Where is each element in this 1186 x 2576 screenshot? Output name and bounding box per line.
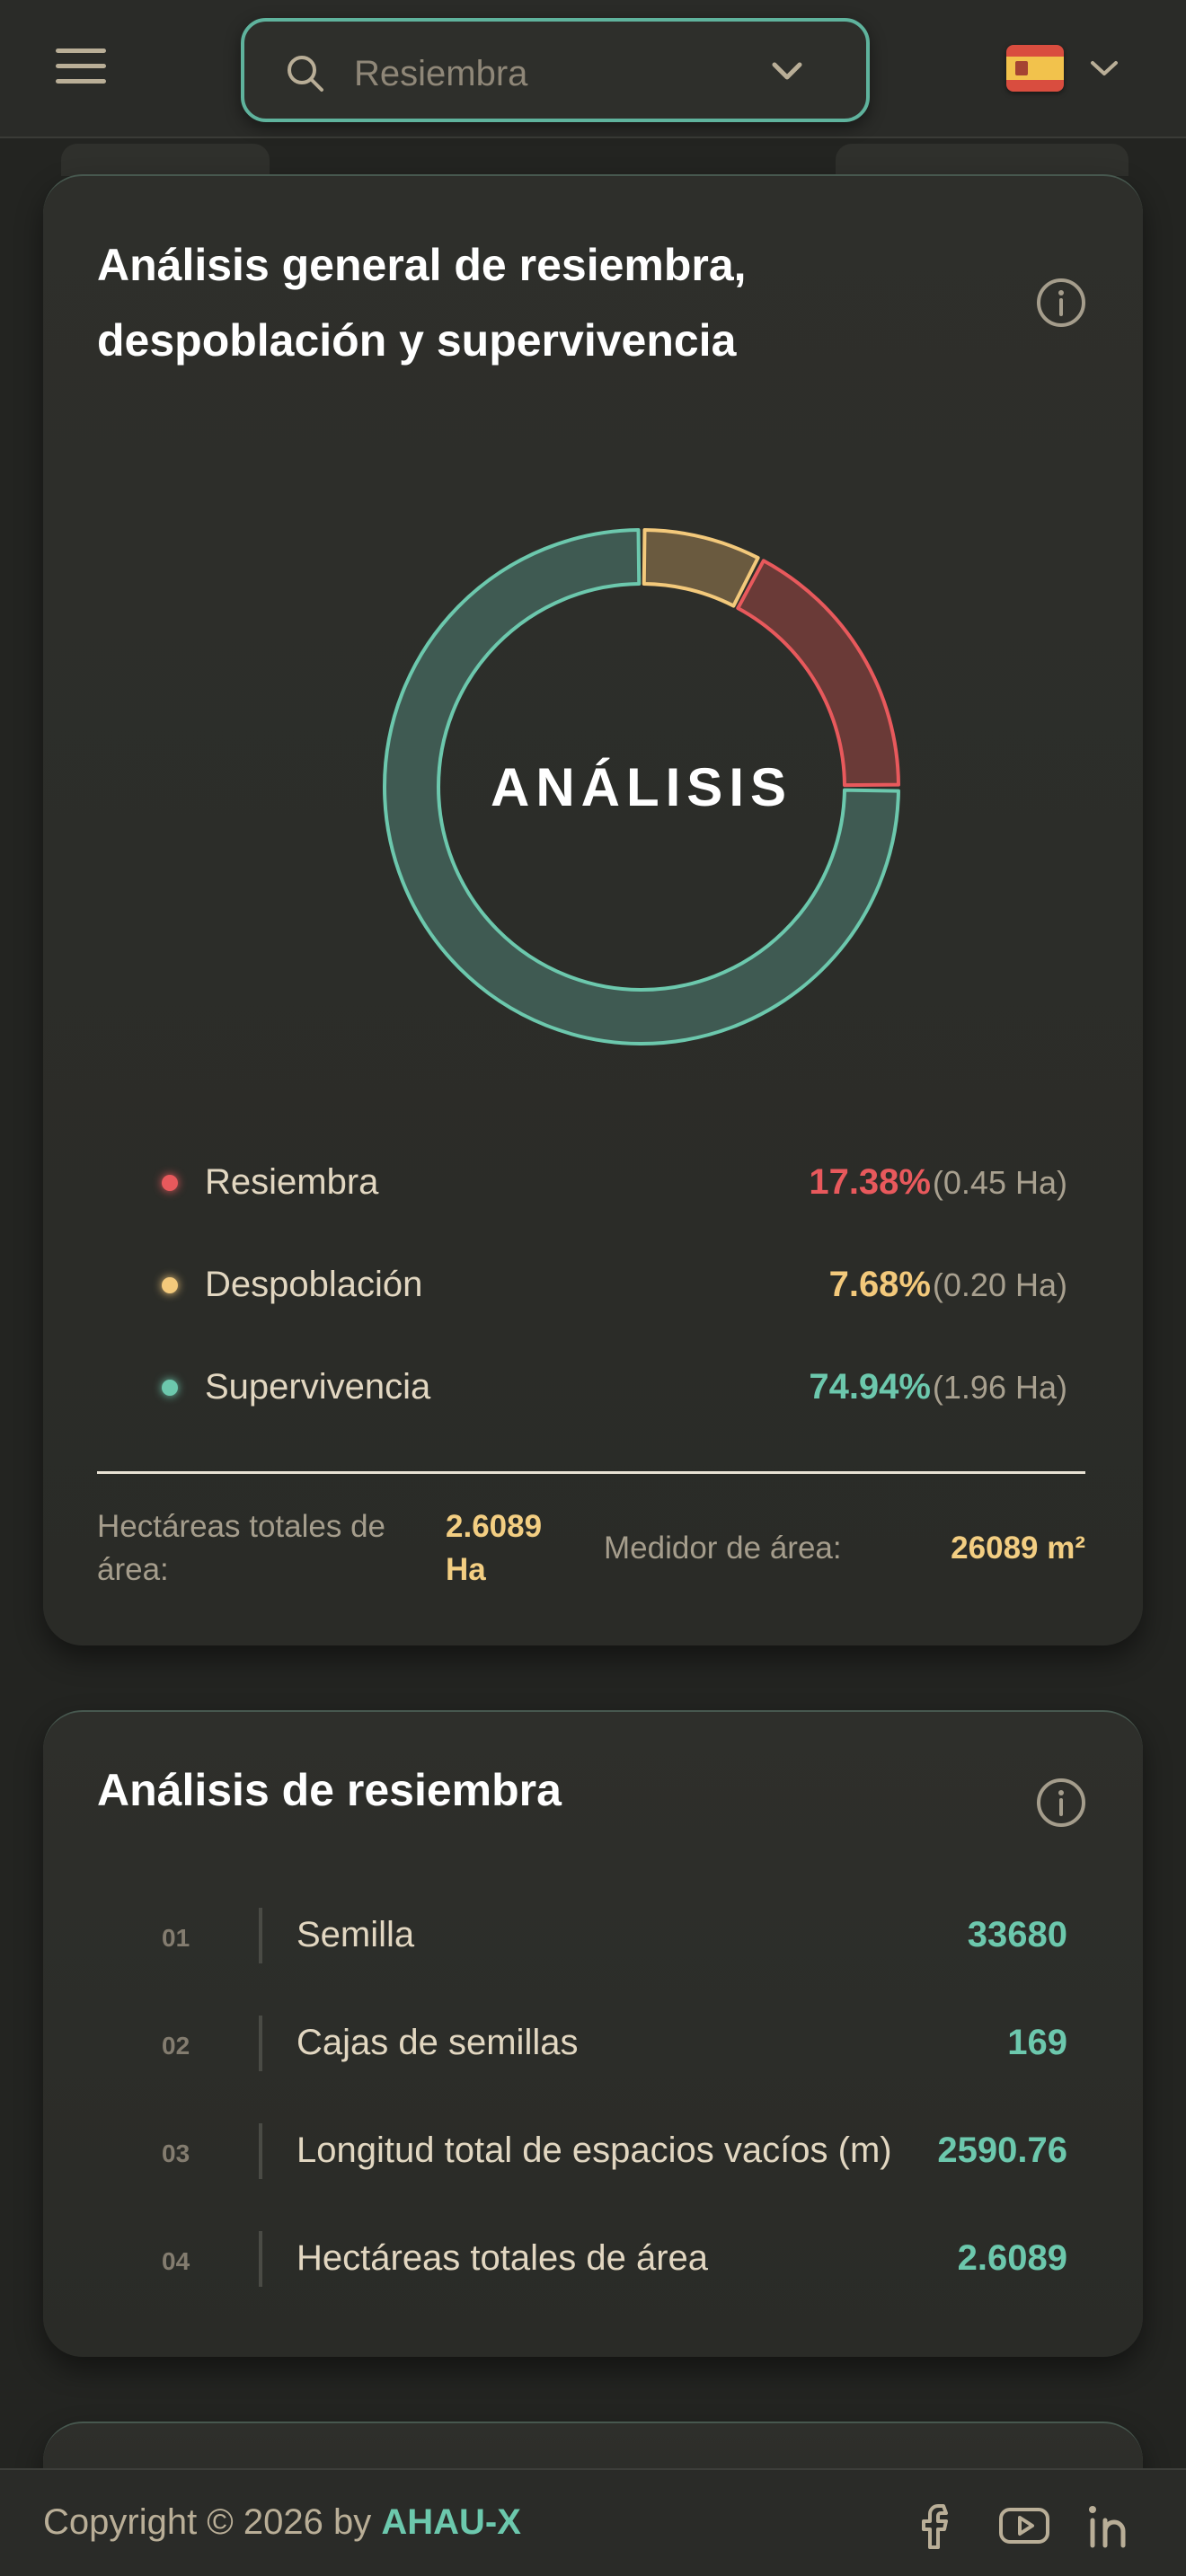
- row-label: Hectáreas totales de área: [296, 2238, 709, 2278]
- row-value: 2590.76: [937, 2130, 1067, 2170]
- legend-item-despoblacion: Despoblación 7.68% (0.20 Ha): [97, 1256, 1111, 1310]
- area-meter-label: Medidor de área:: [604, 1531, 842, 1566]
- row-number: 01: [162, 1924, 190, 1952]
- divider: [97, 1471, 1085, 1474]
- row-value: 2.6089: [957, 2238, 1067, 2278]
- card-title-line1: Análisis general de resiembra,: [97, 240, 747, 290]
- top-bar: Resiembra: [0, 0, 1186, 138]
- resiembra-analysis-card: Análisis de resiembra 01 Semilla 33680 0…: [43, 1710, 1143, 2357]
- legend-name: Despoblación: [205, 1265, 423, 1304]
- list-item: 04 Hectáreas totales de área 2.6089: [97, 2226, 1111, 2298]
- row-number: 02: [162, 2032, 190, 2060]
- tab-stub-left: [61, 144, 270, 176]
- row-value: 33680: [967, 1915, 1067, 1954]
- list-item: 01 Semilla 33680: [97, 1902, 1111, 1974]
- brand-link[interactable]: AHAU-X: [381, 2502, 521, 2542]
- analysis-donut-chart: ANÁLISIS: [336, 481, 947, 1092]
- search-value: Resiembra: [354, 54, 528, 93]
- legend-dot: [162, 1380, 178, 1396]
- row-separator: [259, 2231, 262, 2287]
- youtube-icon[interactable]: [996, 2497, 1053, 2554]
- card-title: Análisis de resiembra: [97, 1765, 562, 1815]
- row-label: Cajas de semillas: [296, 2023, 579, 2062]
- row-separator: [259, 2123, 262, 2179]
- legend-item-resiembra: Resiembra 17.38% (0.45 Ha): [97, 1153, 1111, 1207]
- chevron-down-icon: [772, 62, 802, 80]
- row-separator: [259, 1908, 262, 1963]
- facebook-icon[interactable]: [909, 2497, 967, 2554]
- total-area-label: Hectáreas totales de área:: [97, 1509, 386, 1587]
- language-chevron-down-icon[interactable]: [1089, 59, 1120, 79]
- legend-dot: [162, 1175, 178, 1191]
- hamburger-icon[interactable]: [56, 49, 106, 90]
- total-area-value: 2.6089: [446, 1509, 543, 1544]
- donut-center-label: ANÁLISIS: [490, 756, 793, 817]
- card-title-line2: despoblación y supervivencia: [97, 315, 737, 366]
- row-label: Semilla: [296, 1915, 415, 1954]
- legend-item-supervivencia: Supervivencia 74.94% (1.96 Ha): [97, 1358, 1111, 1412]
- copyright-prefix: Copyright © 2026 by: [43, 2502, 372, 2542]
- list-item: 02 Cajas de semillas 169: [97, 2010, 1111, 2082]
- legend-percent: 7.68%: [828, 1265, 931, 1304]
- search-icon: [288, 56, 323, 92]
- copyright-text: Copyright © 2026 by AHAU-X: [43, 2502, 521, 2543]
- row-label: Longitud total de espacios vacíos (m): [296, 2130, 892, 2170]
- footer: Copyright © 2026 by AHAU-X: [0, 2468, 1186, 2576]
- spain-flag-icon[interactable]: [1006, 45, 1064, 92]
- legend-area: (0.45 Ha): [932, 1164, 1067, 1201]
- list-item: 03 Longitud total de espacios vacíos (m)…: [97, 2118, 1111, 2190]
- legend-percent: 74.94%: [809, 1367, 931, 1407]
- row-value: 169: [1007, 2023, 1067, 2062]
- legend-name: Resiembra: [205, 1162, 379, 1202]
- linkedin-icon[interactable]: [1082, 2497, 1139, 2554]
- legend-area: (1.96 Ha): [932, 1369, 1067, 1406]
- info-icon[interactable]: [1035, 277, 1087, 329]
- legend-percent: 17.38%: [809, 1162, 931, 1202]
- row-number: 03: [162, 2139, 190, 2167]
- row-separator: [259, 2016, 262, 2071]
- search-select[interactable]: Resiembra: [241, 18, 870, 122]
- tab-stub-right: [836, 144, 1128, 176]
- total-area-unit: Ha: [446, 1552, 486, 1587]
- general-analysis-card: Análisis general de resiembra, despoblac…: [43, 174, 1143, 1645]
- info-icon[interactable]: [1035, 1777, 1087, 1829]
- legend-name: Supervivencia: [205, 1367, 431, 1407]
- legend-area: (0.20 Ha): [932, 1266, 1067, 1303]
- legend-dot: [162, 1277, 178, 1293]
- area-meter-value: 26089 m²: [951, 1531, 1085, 1566]
- row-number: 04: [162, 2247, 190, 2275]
